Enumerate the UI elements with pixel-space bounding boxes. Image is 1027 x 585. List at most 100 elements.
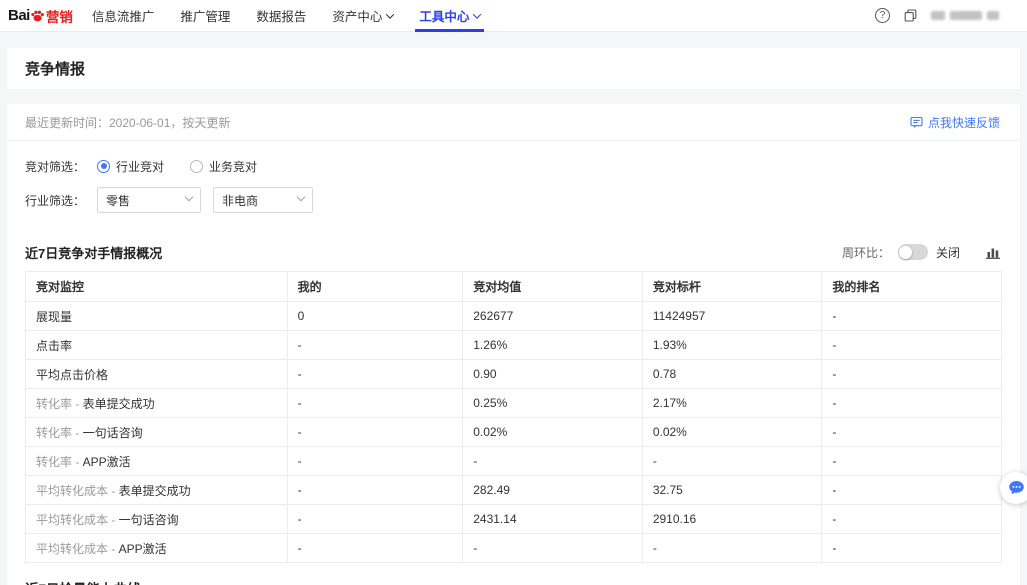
feedback-label: 点我快速反馈 xyxy=(928,114,1000,131)
mine-cell: - xyxy=(287,418,463,447)
baidu-marketing-logo[interactable]: Bai 营销 xyxy=(8,6,73,26)
bar-chart-icon[interactable] xyxy=(986,246,1000,259)
nav-item-promotion-management[interactable]: 推广管理 xyxy=(167,0,243,31)
paw-icon xyxy=(30,9,45,22)
nav-item-data-report[interactable]: 数据报告 xyxy=(243,0,319,31)
chevron-down-icon xyxy=(297,193,305,201)
top-navbar: Bai 营销 信息流推广 推广管理 数据报告 资产中心 工具中心 xyxy=(0,0,1027,32)
wow-state-label: 关闭 xyxy=(936,244,960,261)
copy-icon[interactable] xyxy=(904,9,917,22)
avg-cell: 2431.14 xyxy=(463,505,643,534)
mine-cell: - xyxy=(287,534,463,563)
account-info[interactable] xyxy=(931,11,999,20)
nav-item-label: 资产中心 xyxy=(332,6,382,25)
table-row: 平均点击价格 - 0.90 0.78 - xyxy=(26,360,1002,389)
wow-toggle[interactable] xyxy=(898,244,928,260)
nav-item-label: 数据报告 xyxy=(256,6,306,25)
header-mine: 我的 xyxy=(287,272,463,302)
benchmark-cell: 32.75 xyxy=(642,476,822,505)
metric-cell: 展现量 xyxy=(26,302,288,331)
toggle-knob xyxy=(899,246,912,259)
table-row: 平均转化成本 - APP激活 - - - - xyxy=(26,534,1002,563)
metric-category: 展现量 xyxy=(36,310,72,324)
overview-title: 近7日竞争对手情报概况 xyxy=(25,243,162,262)
benchmark-cell: - xyxy=(642,534,822,563)
feedback-icon xyxy=(910,116,923,129)
metric-detail: 一句话咨询 xyxy=(119,513,179,527)
competitor-overview-table: 竞对监控 我的 竞对均值 竞对标杆 我的排名 展现量 0 262677 1142… xyxy=(25,271,1002,563)
chevron-down-icon xyxy=(386,10,394,18)
mine-cell: - xyxy=(287,505,463,534)
benchmark-cell: - xyxy=(642,447,822,476)
nav-item-tool-center[interactable]: 工具中心 xyxy=(406,0,493,31)
overview-section-head: 近7日竞争对手情报概况 周环比： 关闭 xyxy=(7,243,1020,261)
nav-item-label: 信息流推广 xyxy=(92,6,155,25)
main-nav: 信息流推广 推广管理 数据报告 资产中心 工具中心 xyxy=(79,0,494,31)
rank-cell: - xyxy=(822,505,1002,534)
metric-category: 平均点击价格 xyxy=(36,368,108,382)
metric-detail: 表单提交成功 xyxy=(83,397,155,411)
industry-filter-label: 行业筛选： xyxy=(25,192,85,209)
table-header-row: 竞对监控 我的 竞对均值 竞对标杆 我的排名 xyxy=(26,272,1002,302)
industry-select-value: 零售 xyxy=(106,192,130,209)
nav-item-label: 工具中心 xyxy=(419,6,469,25)
metric-detail: APP激活 xyxy=(83,455,131,469)
benchmark-cell: 11424957 xyxy=(642,302,822,331)
avg-cell: - xyxy=(463,534,643,563)
sub-industry-select-value: 非电商 xyxy=(222,192,258,209)
metric-cell: 点击率 xyxy=(26,331,288,360)
wow-label: 周环比： xyxy=(842,244,890,261)
table-row: 平均转化成本 - 表单提交成功 - 282.49 32.75 - xyxy=(26,476,1002,505)
header-metric: 竞对监控 xyxy=(26,272,288,302)
radio-label: 行业竞对 xyxy=(116,158,164,175)
last-update-time: 最近更新时间：2020-06-01，按天更新 xyxy=(25,114,230,131)
benchmark-cell: 0.02% xyxy=(642,418,822,447)
rank-cell: - xyxy=(822,302,1002,331)
avg-cell: 1.26% xyxy=(463,331,643,360)
floating-chat-button[interactable] xyxy=(1000,472,1027,504)
metric-cell: 转化率 - 表单提交成功 xyxy=(26,389,288,418)
nav-item-feed-promotion[interactable]: 信息流推广 xyxy=(79,0,168,31)
account-avatar xyxy=(931,11,945,20)
rank-cell: - xyxy=(822,447,1002,476)
rank-cell: - xyxy=(822,331,1002,360)
industry-select[interactable]: 零售 xyxy=(97,187,201,213)
radio-business-competitor[interactable]: 业务竞对 xyxy=(190,158,257,175)
competitor-filter-row: 竞对筛选： 行业竞对 业务竞对 xyxy=(7,158,1020,174)
rank-cell: - xyxy=(822,476,1002,505)
help-icon[interactable]: ? xyxy=(875,8,890,23)
radio-unselected-icon xyxy=(190,160,203,173)
metric-cell: 转化率 - APP激活 xyxy=(26,447,288,476)
benchmark-cell: 0.78 xyxy=(642,360,822,389)
benchmark-cell: 2910.16 xyxy=(642,505,822,534)
competitor-filter-label: 竞对筛选： xyxy=(25,158,85,175)
competitive-intel-card: 最近更新时间：2020-06-01，按天更新 点我快速反馈 竞对筛选： 行业竞对… xyxy=(7,104,1020,585)
account-name-masked xyxy=(950,11,982,20)
benchmark-cell: 1.93% xyxy=(642,331,822,360)
avg-cell: 0.02% xyxy=(463,418,643,447)
avg-cell: 282.49 xyxy=(463,476,643,505)
chevron-down-icon xyxy=(473,10,481,18)
header-competitor-avg: 竞对均值 xyxy=(463,272,643,302)
metric-category: 点击率 xyxy=(36,339,72,353)
metric-category: 平均转化成本 - xyxy=(36,484,119,498)
mine-cell: 0 xyxy=(287,302,463,331)
nav-item-label: 推广管理 xyxy=(180,6,230,25)
benchmark-cell: 2.17% xyxy=(642,389,822,418)
account-suffix-masked xyxy=(987,11,999,20)
avg-cell: - xyxy=(463,447,643,476)
metric-category: 平均转化成本 - xyxy=(36,513,119,527)
metric-cell: 平均转化成本 - 一句话咨询 xyxy=(26,505,288,534)
metric-category: 转化率 - xyxy=(36,426,83,440)
logo-cn-text: 营销 xyxy=(46,6,73,26)
next-section-title-clipped: 近7日抢量能力曲线 xyxy=(25,578,1002,585)
spacer-band xyxy=(0,89,1027,104)
sub-industry-select[interactable]: 非电商 xyxy=(213,187,313,213)
avg-cell: 0.90 xyxy=(463,360,643,389)
metric-cell: 平均点击价格 xyxy=(26,360,288,389)
metric-detail: APP激活 xyxy=(119,542,167,556)
table-row: 转化率 - APP激活 - - - - xyxy=(26,447,1002,476)
radio-industry-competitor[interactable]: 行业竞对 xyxy=(97,158,164,175)
nav-item-asset-center[interactable]: 资产中心 xyxy=(319,0,406,31)
quick-feedback-link[interactable]: 点我快速反馈 xyxy=(910,114,1000,131)
